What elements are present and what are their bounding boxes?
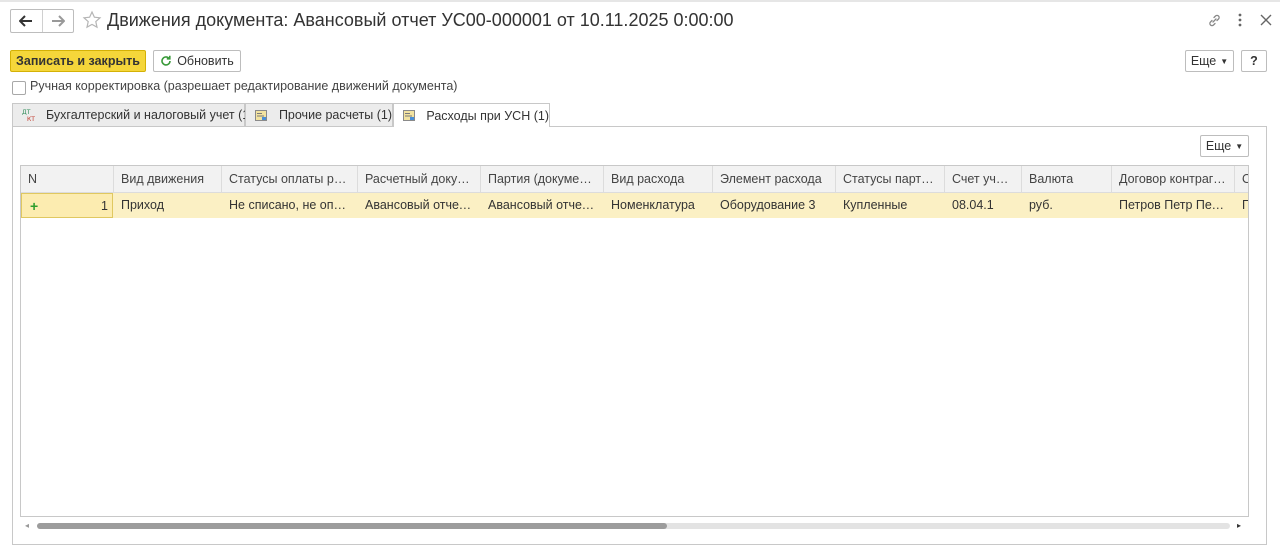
refresh-label: Обновить <box>177 54 234 68</box>
table-cell[interactable]: 08.04.1 <box>945 193 1022 218</box>
plus-icon: + <box>30 198 39 214</box>
dt-kt-icon: ДТ КТ <box>22 108 36 122</box>
column-header[interactable]: О <box>1235 166 1248 192</box>
table-cell[interactable]: Не списано, не опла… <box>222 193 358 218</box>
favorite-star-icon[interactable] <box>82 10 102 30</box>
movements-table[interactable]: N Вид движения Статусы оплаты рас… Расче… <box>20 165 1249 517</box>
tab-other-settlements[interactable]: Прочие расчеты (1) <box>245 103 393 126</box>
dropdown-caret-icon: ▼ <box>1220 56 1229 66</box>
table-cell[interactable]: Приход <box>114 193 222 218</box>
tab-usn-expenses[interactable]: Расходы при УСН (1) <box>393 103 550 127</box>
help-button[interactable]: ? <box>1241 50 1267 72</box>
table-row[interactable]: + 1 Приход Не списано, не опла… Авансовы… <box>21 193 1248 218</box>
tab-accounting[interactable]: ДТ КТ Бухгалтерский и налоговый учет (1) <box>12 103 253 126</box>
table-cell[interactable]: Купленные <box>836 193 945 218</box>
arrow-right-icon <box>51 15 65 27</box>
save-and-close-button[interactable]: Записать и закрыть <box>10 50 146 72</box>
table-cell[interactable]: Оборудование 3 <box>713 193 836 218</box>
register-icon <box>403 109 416 123</box>
arrow-left-icon <box>19 15 33 27</box>
more-label: Еще <box>1205 139 1232 153</box>
forward-button[interactable] <box>41 10 74 32</box>
column-header[interactable]: N <box>21 166 114 192</box>
table-cell[interactable]: Петров Петр Петр… <box>1112 193 1235 218</box>
column-header[interactable]: Партия (документ… <box>481 166 604 192</box>
table-cell[interactable]: Авансовый отчет … <box>358 193 481 218</box>
column-header[interactable]: Статусы оплаты рас… <box>222 166 358 192</box>
register-icon <box>255 108 269 122</box>
column-header[interactable]: Элемент расхода <box>713 166 836 192</box>
column-header[interactable]: Вид расхода <box>604 166 713 192</box>
tab-label: Расходы при УСН (1) <box>426 108 549 123</box>
table-cell[interactable]: П <box>1235 193 1248 218</box>
row-number: 1 <box>101 199 108 213</box>
more-vertical-icon[interactable] <box>1231 11 1249 29</box>
table-cell[interactable]: руб. <box>1022 193 1112 218</box>
link-icon[interactable] <box>1205 11 1223 29</box>
column-header[interactable]: Расчетный докум… <box>358 166 481 192</box>
column-header[interactable]: Валюта <box>1022 166 1112 192</box>
column-header[interactable]: Договор контраге… <box>1112 166 1235 192</box>
window-top-border <box>0 0 1280 2</box>
svg-text:ДТ: ДТ <box>22 109 31 116</box>
refresh-button[interactable]: Обновить <box>153 50 241 72</box>
nav-buttons <box>10 9 74 33</box>
scroll-left-arrow-icon[interactable]: ◂ <box>25 521 29 530</box>
more-button[interactable]: Еще ▼ <box>1185 50 1234 72</box>
table-more-button[interactable]: Еще ▼ <box>1200 135 1249 157</box>
back-button[interactable] <box>11 10 42 32</box>
row-number-cell[interactable]: + 1 <box>21 193 113 218</box>
column-header[interactable]: Вид движения <box>114 166 222 192</box>
column-header[interactable]: Счет учета <box>945 166 1022 192</box>
column-header[interactable]: Статусы парти… <box>836 166 945 192</box>
close-icon[interactable] <box>1257 11 1275 29</box>
scroll-right-arrow-icon[interactable]: ▸ <box>1237 521 1241 530</box>
manual-correction-checkbox[interactable] <box>12 81 26 95</box>
table-cell[interactable]: Авансовый отчет … <box>481 193 604 218</box>
horizontal-scrollbar-thumb[interactable] <box>37 523 667 529</box>
table-header: N Вид движения Статусы оплаты рас… Расче… <box>21 166 1248 193</box>
page-title: Движения документа: Авансовый отчет УС00… <box>107 10 734 30</box>
tab-label: Прочие расчеты (1) <box>278 108 392 122</box>
manual-correction-label[interactable]: Ручная корректировка (разрешает редактир… <box>30 79 457 93</box>
svg-text:КТ: КТ <box>27 116 35 122</box>
table-cell[interactable]: Номенклатура <box>604 193 713 218</box>
more-label: Еще <box>1190 54 1217 68</box>
dropdown-caret-icon: ▼ <box>1235 141 1244 151</box>
tab-label: Бухгалтерский и налоговый учет (1) <box>46 108 254 122</box>
refresh-icon <box>161 55 171 66</box>
